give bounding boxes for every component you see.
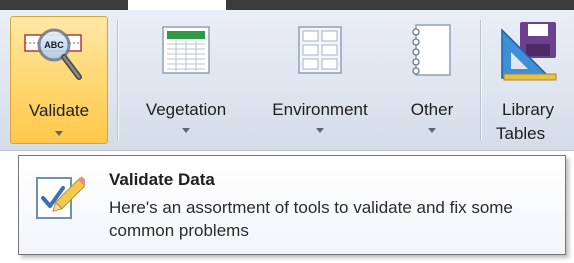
library-label: Library [502, 100, 554, 119]
top-strip-dark-left [0, 0, 128, 10]
validate-label: Validate [28, 101, 90, 120]
vegetation-dropdown-arrow [182, 128, 190, 133]
library-tables-button[interactable]: Library Tables [488, 10, 574, 150]
validate-dropdown-arrow [55, 131, 63, 136]
validate-button[interactable]: ABC Validate [10, 16, 108, 144]
vegetation-button[interactable]: Vegetation [124, 10, 248, 150]
spreadsheet-icon [162, 26, 210, 74]
notebook-icon [412, 24, 451, 76]
window-top-strip [0, 0, 574, 10]
other-label: Other [410, 100, 454, 119]
ribbon-separator [117, 20, 118, 140]
tooltip-title: Validate Data [109, 170, 215, 189]
other-dropdown-arrow [428, 128, 436, 133]
abc-magnifier-icon: ABC [24, 28, 82, 80]
environment-button[interactable]: Environment [252, 10, 388, 150]
tables-label: Tables [496, 124, 546, 143]
abc-icon-text: ABC [44, 40, 64, 50]
ribbon-group: ABC Validate Vegetation Environment Othe… [0, 10, 574, 151]
tooltip-description: Here's an assortment of tools to validat… [109, 198, 513, 240]
other-button[interactable]: Other [392, 10, 472, 150]
vegetation-label: Vegetation [145, 100, 227, 119]
top-strip-dark-right [226, 0, 574, 10]
environment-label: Environment [272, 100, 368, 119]
ribbon-separator [480, 20, 481, 140]
environment-dropdown-arrow [316, 128, 324, 133]
triangle-ruler-disk-icon [501, 22, 557, 81]
checklist-pencil-icon [36, 176, 85, 219]
validate-data-tooltip: Validate Data Here's an assortment of to… [18, 155, 566, 255]
grid-icon [298, 26, 342, 74]
